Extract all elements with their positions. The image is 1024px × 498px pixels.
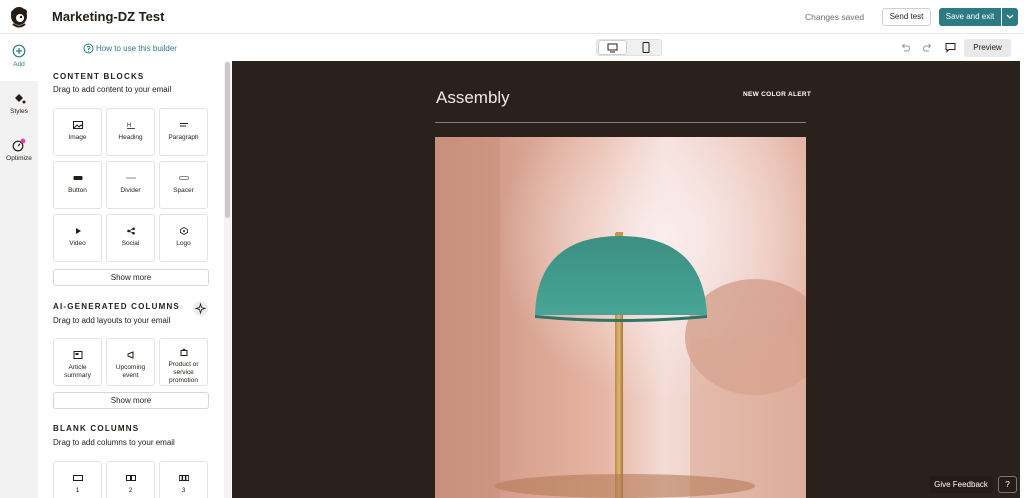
mailchimp-logo-icon[interactable] <box>8 5 30 29</box>
ai-upcoming-event[interactable]: Upcoming event <box>106 338 155 386</box>
spacer-icon <box>178 176 189 180</box>
send-test-button[interactable]: Send test <box>882 8 931 26</box>
rail-item-optimize[interactable]: Optimize <box>0 138 38 162</box>
top-bar: Marketing-DZ Test Changes saved Send tes… <box>0 0 1024 34</box>
content-blocks-title: CONTENT BLOCKS <box>53 72 145 81</box>
blank-columns-title: BLANK COLUMNS <box>53 424 140 433</box>
save-and-exit-button[interactable]: Save and exit <box>939 8 1001 26</box>
block-heading[interactable]: H Heading <box>106 108 155 156</box>
preview-button[interactable]: Preview <box>964 39 1011 57</box>
block-label: Divider <box>120 187 141 194</box>
block-label: Paragraph <box>168 134 199 141</box>
mobile-view-button[interactable] <box>632 40 660 55</box>
block-label: 3 <box>181 487 186 494</box>
paint-bucket-icon <box>15 94 26 104</box>
shopping-bag-icon <box>180 348 187 356</box>
help-circle-icon <box>83 43 94 54</box>
desktop-view-button[interactable] <box>598 40 627 55</box>
rail-item-add-label: Add <box>13 61 25 68</box>
article-icon <box>73 351 82 359</box>
block-label: Article summary <box>64 364 91 379</box>
block-label: Heading <box>118 134 143 141</box>
email-alert-text[interactable]: NEW COLOR ALERT <box>743 91 811 98</box>
rail-item-optimize-label: Optimize <box>6 155 32 162</box>
undo-icon[interactable] <box>900 42 911 53</box>
email-divider[interactable] <box>435 122 806 123</box>
chevron-down-icon <box>1006 14 1014 19</box>
blank-column-2[interactable]: 2 <box>106 461 155 498</box>
block-social[interactable]: Social <box>106 214 155 262</box>
block-video[interactable]: Video <box>53 214 102 262</box>
blocks-sidebar: How to use this builder CONTENT BLOCKS D… <box>38 35 224 498</box>
block-image[interactable]: Image <box>53 108 102 156</box>
mobile-icon <box>642 42 650 53</box>
ai-product-promotion[interactable]: Product or service promotion <box>159 338 208 386</box>
comment-icon[interactable] <box>945 42 956 53</box>
image-icon <box>72 121 83 129</box>
save-options-button[interactable] <box>1002 8 1018 26</box>
block-spacer[interactable]: Spacer <box>159 161 208 209</box>
plus-circle-icon <box>12 44 26 58</box>
desktop-icon <box>607 43 618 53</box>
blank-column-3[interactable]: 3 <box>159 461 208 498</box>
sparkle-icon <box>194 302 207 315</box>
ai-settings-button[interactable] <box>193 301 208 316</box>
optimize-icon <box>12 138 26 152</box>
one-column-icon <box>72 475 83 481</box>
block-logo[interactable]: Logo <box>159 214 208 262</box>
share-icon <box>126 227 135 235</box>
redo-icon[interactable] <box>922 42 933 53</box>
block-divider[interactable]: Divider <box>106 161 155 209</box>
hero-image[interactable] <box>435 137 806 498</box>
block-label: Image <box>68 134 87 141</box>
ai-article-summary[interactable]: Article summary <box>53 338 102 386</box>
blank-column-1[interactable]: 1 <box>53 461 102 498</box>
show-more-ai-button[interactable]: Show more <box>53 392 209 409</box>
email-brand-title[interactable]: Assembly <box>436 88 510 108</box>
block-label: Upcoming event <box>115 364 146 379</box>
how-to-use-link[interactable]: How to use this builder <box>96 44 177 53</box>
sidebar-scroll-thumb[interactable] <box>225 62 230 218</box>
rail-item-styles-label: Styles <box>10 108 28 115</box>
left-rail: Add Styles Optimize <box>0 35 38 498</box>
megaphone-icon <box>127 351 133 359</box>
paragraph-icon <box>179 123 188 127</box>
block-label: 2 <box>128 487 133 494</box>
block-label: Video <box>69 240 86 247</box>
save-status: Changes saved <box>805 12 865 22</box>
ai-columns-title: AI-GENERATED COLUMNS <box>53 302 180 311</box>
show-more-blocks-button[interactable]: Show more <box>53 269 209 286</box>
heading-icon: H <box>126 123 135 129</box>
rail-item-add[interactable]: Add <box>0 35 38 81</box>
block-button[interactable]: Button <box>53 161 102 209</box>
give-feedback-button[interactable]: Give Feedback <box>929 476 993 493</box>
block-label: Logo <box>176 240 191 247</box>
two-column-icon <box>125 475 136 481</box>
rail-item-styles[interactable]: Styles <box>0 91 38 115</box>
block-paragraph[interactable]: Paragraph <box>159 108 208 156</box>
help-button[interactable]: ? <box>998 476 1017 493</box>
block-label: Product or service promotion <box>168 361 199 384</box>
blank-columns-subtitle: Drag to add columns to your email <box>53 438 175 447</box>
block-label: Social <box>121 240 140 247</box>
ai-columns-subtitle: Drag to add layouts to your email <box>53 316 171 325</box>
content-blocks-subtitle: Drag to add content to your email <box>53 85 172 94</box>
canvas-right-edge <box>1020 61 1024 498</box>
three-column-icon <box>178 475 189 481</box>
block-label: Spacer <box>173 187 194 194</box>
video-icon <box>75 228 81 234</box>
logo-icon <box>179 227 188 235</box>
block-label: 1 <box>75 487 80 494</box>
campaign-title: Marketing-DZ Test <box>52 9 165 24</box>
block-label: Button <box>68 187 87 194</box>
button-icon <box>73 176 82 180</box>
divider-icon <box>125 177 136 179</box>
